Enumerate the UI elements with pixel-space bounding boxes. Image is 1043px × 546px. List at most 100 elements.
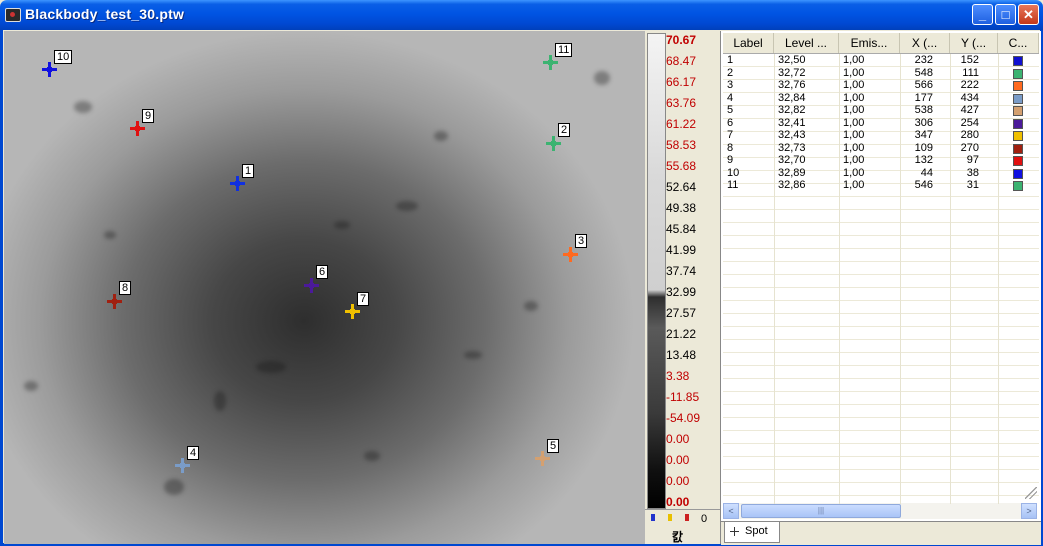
table-cell: 1 <box>727 54 734 66</box>
table-row[interactable]: 1 32,50 1,00 232 152 <box>723 54 1039 67</box>
palette-scale-value: -54.09 <box>666 411 701 425</box>
color-swatch <box>1013 181 1023 191</box>
spot-marker-11[interactable] <box>543 55 558 70</box>
spot-marker-label: 3 <box>575 234 588 248</box>
palette-scale-value: 32.99 <box>666 285 697 299</box>
table-cell: 3 <box>727 79 734 91</box>
spot-marker-8[interactable] <box>107 294 122 309</box>
table-cell: 1,00 <box>843 91 865 104</box>
color-palette-panel[interactable]: 70.67 68.47 66.17 63.76 61.22 58.53 55.68 52.64… <box>645 31 720 544</box>
column-header[interactable]: Label <box>723 33 774 53</box>
palette-scale-value: 61.22 <box>666 117 697 131</box>
palette-scale-value: 70.67 <box>666 33 697 47</box>
palette-footer-value: 0 <box>701 513 708 525</box>
spot-marker-6[interactable] <box>304 278 319 293</box>
table-cell: 32,82 <box>778 104 806 116</box>
scroll-thumb[interactable]: ||| <box>741 504 901 518</box>
table-cell: 32,43 <box>778 129 806 141</box>
spot-marker-label: 11 <box>555 43 573 57</box>
tab-spot-label: Spot <box>745 525 768 537</box>
table-cell: 1,00 <box>843 141 865 154</box>
thermal-image[interactable]: 10 11 9 2 1 3 6 7 8 4 5 <box>4 31 645 544</box>
palette-unit-label[interactable]: 캀 <box>672 528 683 545</box>
color-swatch <box>1013 56 1023 66</box>
title-bar[interactable]: Blackbody_test_30.ptw _ □ ✕ <box>0 0 1043 30</box>
window-title: Blackbody_test_30.ptw <box>25 6 185 22</box>
table-cell: 32,72 <box>778 66 806 79</box>
minimize-button[interactable]: _ <box>972 4 993 25</box>
palette-scale-value: 27.57 <box>666 306 697 320</box>
table-row[interactable]: 6 32,41 1,00 306 254 <box>723 117 1039 130</box>
table-row[interactable]: 7 32,43 1,00 347 280 <box>723 129 1039 142</box>
spot-marker-label: 4 <box>187 446 200 460</box>
table-cell: 32,89 <box>778 166 806 179</box>
table-cell: 1,00 <box>843 104 865 116</box>
table-cell: 11 <box>727 179 739 191</box>
table-cell: 1,00 <box>843 79 865 91</box>
table-row[interactable]: 5 32,82 1,00 538 427 <box>723 104 1039 117</box>
tab-strip: Spot <box>721 521 1041 545</box>
color-swatch <box>1013 81 1023 91</box>
color-swatch <box>1013 106 1023 116</box>
table-cell: 10 <box>727 166 740 179</box>
table-row[interactable]: 2 32,72 1,00 548 111 <box>723 67 1039 80</box>
scroll-right-button[interactable]: > <box>1021 503 1037 519</box>
spot-marker-2[interactable] <box>546 136 561 151</box>
table-cell: 1,00 <box>843 116 865 129</box>
palette-scale-value: 58.53 <box>666 138 697 152</box>
spot-marker-5[interactable] <box>535 451 550 466</box>
spot-marker-label: 8 <box>119 281 132 295</box>
close-button[interactable]: ✕ <box>1018 4 1039 25</box>
horizontal-scrollbar[interactable]: < ||| > <box>723 503 1037 519</box>
palette-footer: 0 캀 <box>645 509 720 545</box>
palette-scale-value: -11.85 <box>666 390 700 404</box>
column-header[interactable]: Level ... <box>774 33 839 53</box>
camera-icon <box>5 8 21 22</box>
palette-scale-value: 0.00 <box>666 474 690 488</box>
column-header[interactable]: Emis... <box>839 33 900 53</box>
scroll-left-button[interactable]: < <box>723 503 739 519</box>
palette-scale-value: 37.74 <box>666 264 697 278</box>
table-row[interactable]: 11 32,86 1,00 546 31 <box>723 179 1039 192</box>
spot-marker-3[interactable] <box>563 247 578 262</box>
table-row[interactable]: 3 32,76 1,00 566 222 <box>723 79 1039 92</box>
color-swatch <box>1013 118 1023 129</box>
color-swatch <box>1013 68 1023 79</box>
table-row[interactable]: 9 32,70 1,00 132 97 <box>723 154 1039 167</box>
table-row[interactable]: 4 32,84 1,00 177 434 <box>723 92 1039 105</box>
spot-marker-10[interactable] <box>42 62 57 77</box>
palette-scale-value: 13.48 <box>666 348 697 362</box>
spot-marker-label: 10 <box>54 50 73 64</box>
color-swatch <box>1013 168 1023 179</box>
spot-marker-9[interactable] <box>130 121 145 136</box>
table-cell: 32,76 <box>778 79 806 91</box>
column-header[interactable]: X (... <box>900 33 950 53</box>
spot-marker-label: 1 <box>242 164 255 178</box>
spot-marker-label: 2 <box>558 123 571 137</box>
spot-marker-1[interactable] <box>230 176 245 191</box>
column-header[interactable]: Y (... <box>950 33 998 53</box>
table-row[interactable]: 10 32,89 1,00 44 38 <box>723 167 1039 180</box>
spot-marker-label: 9 <box>142 109 155 123</box>
resize-grip[interactable] <box>1025 487 1037 499</box>
maximize-button[interactable]: □ <box>995 4 1016 25</box>
table-cell: 32,41 <box>778 116 806 129</box>
color-swatch <box>1013 131 1023 141</box>
table-row[interactable]: 8 32,73 1,00 109 270 <box>723 142 1039 155</box>
table-cell: 1,00 <box>843 166 865 179</box>
spot-marker-4[interactable] <box>175 458 190 473</box>
palette-gradient-bar[interactable] <box>647 33 666 509</box>
spot-list-panel[interactable]: Label Level ... Emis... X (... Y (... C... 1 3… <box>720 31 1041 545</box>
column-header[interactable]: C... <box>998 33 1039 53</box>
spot-marker-label: 5 <box>547 439 560 453</box>
table-cell: 32,73 <box>778 141 806 154</box>
table-cell: 2 <box>727 66 734 79</box>
spot-marker-7[interactable] <box>345 304 360 319</box>
color-swatch <box>1013 156 1023 166</box>
palette-scale-value: 0.00 <box>666 495 690 509</box>
table-cell: 1,00 <box>843 54 865 66</box>
tab-spot[interactable]: Spot <box>724 522 780 543</box>
palette-scale-value: 66.17 <box>666 75 697 89</box>
palette-scale-value: 0.00 <box>666 453 690 467</box>
table-cell: 32,84 <box>778 91 806 104</box>
